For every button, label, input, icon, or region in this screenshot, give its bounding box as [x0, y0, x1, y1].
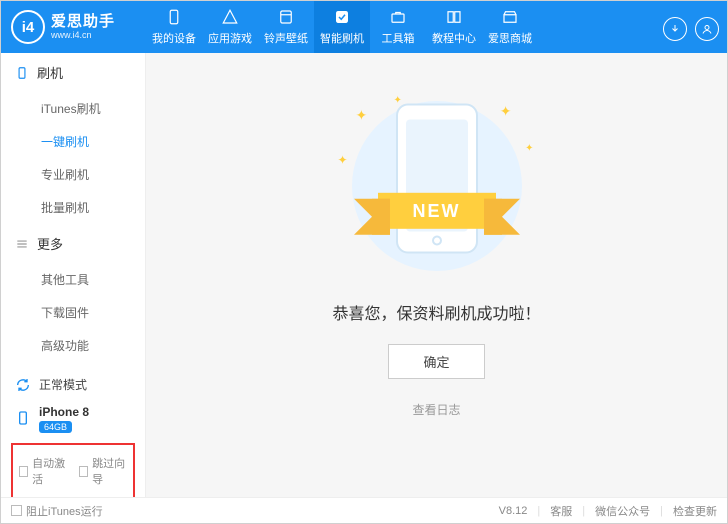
check-update-link[interactable]: 检查更新 — [673, 503, 717, 519]
device-row[interactable]: iPhone 8 64GB — [11, 399, 135, 439]
theme-icon[interactable]: 👕 — [668, 0, 682, 1]
nav-label: 应用游戏 — [208, 30, 252, 46]
success-message: 恭喜您，保资料刷机成功啦！ — [332, 300, 540, 324]
cb-label: 自动激活 — [32, 455, 67, 487]
section-title: 刷机 — [37, 63, 63, 82]
logo: i4 爱思助手 www.i4.cn — [1, 1, 146, 53]
support-link[interactable]: 客服 — [550, 503, 572, 519]
nav-label: 爱思商城 — [488, 30, 532, 46]
minimize-button[interactable]: – — [686, 0, 692, 1]
nav-label: 铃声壁纸 — [264, 30, 308, 46]
mode-label: 正常模式 — [39, 376, 87, 393]
nav-label: 教程中心 — [432, 30, 476, 46]
view-log-link[interactable]: 查看日志 — [412, 401, 460, 418]
app-name: 爱思助手 — [51, 14, 115, 29]
nav-label: 工具箱 — [382, 30, 415, 46]
highlighted-options: 自动激活 跳过向导 — [11, 443, 135, 499]
nav-label: 我的设备 — [152, 30, 196, 46]
auto-activate-checkbox[interactable]: 自动激活 — [19, 455, 67, 487]
menu-pro-flash[interactable]: 专业刷机 — [1, 158, 145, 191]
nav-tutorial[interactable]: 教程中心 — [426, 1, 482, 53]
block-itunes-checkbox[interactable]: 阻止iTunes运行 — [11, 503, 103, 519]
section-flash[interactable]: 刷机 — [1, 53, 145, 92]
toolbox-icon — [389, 8, 407, 26]
maximize-button[interactable]: ☐ — [696, 0, 706, 1]
device-name: iPhone 8 — [39, 405, 89, 419]
list-icon — [15, 237, 29, 251]
success-illustration: ✦✦✦✦✦ NEW — [332, 93, 542, 278]
nav-my-device[interactable]: 我的设备 — [146, 1, 202, 53]
logo-badge-icon: i4 — [11, 10, 45, 44]
section-more[interactable]: 更多 — [1, 224, 145, 263]
version-label: V8.12 — [499, 505, 528, 517]
nav-tools[interactable]: 工具箱 — [370, 1, 426, 53]
app-site: www.i4.cn — [51, 31, 115, 40]
menu-itunes-flash[interactable]: iTunes刷机 — [1, 92, 145, 125]
storage-badge: 64GB — [39, 421, 72, 433]
menu-other-tools[interactable]: 其他工具 — [1, 263, 145, 296]
menu-icon[interactable]: ☰ — [654, 0, 664, 1]
top-nav: 我的设备 应用游戏 铃声壁纸 智能刷机 工具箱 教程中心 — [146, 1, 538, 53]
status-bar: 阻止iTunes运行 V8.12 | 客服 | 微信公众号 | 检查更新 — [1, 497, 727, 523]
nav-apps[interactable]: 应用游戏 — [202, 1, 258, 53]
nav-store[interactable]: 爱思商城 — [482, 1, 538, 53]
cb-label: 跳过向导 — [92, 455, 127, 487]
section-title: 更多 — [37, 234, 63, 253]
flash-icon — [333, 8, 351, 26]
nav-label: 智能刷机 — [320, 30, 364, 46]
device-icon — [15, 410, 31, 429]
refresh-icon — [15, 377, 31, 393]
window-controls: ☰ 👕 – ☐ ✕ — [654, 0, 719, 1]
nav-ringtones[interactable]: 铃声壁纸 — [258, 1, 314, 53]
main-content: ✦✦✦✦✦ NEW 恭喜您，保资料刷机成功啦！ 确定 查看日志 — [146, 53, 727, 497]
tutorial-icon — [445, 8, 463, 26]
menu-download-firmware[interactable]: 下载固件 — [1, 296, 145, 329]
phone-icon — [15, 66, 29, 80]
music-icon — [277, 8, 295, 26]
skip-guide-checkbox[interactable]: 跳过向导 — [79, 455, 127, 487]
new-ribbon: NEW — [378, 193, 496, 229]
user-button[interactable] — [695, 17, 719, 41]
apps-icon — [221, 8, 239, 26]
menu-advanced[interactable]: 高级功能 — [1, 329, 145, 362]
device-icon — [165, 8, 183, 26]
mode-normal[interactable]: 正常模式 — [11, 370, 135, 399]
menu-batch-flash[interactable]: 批量刷机 — [1, 191, 145, 224]
app-header: i4 爱思助手 www.i4.cn 我的设备 应用游戏 铃声壁纸 智能刷机 — [1, 1, 727, 53]
wechat-link[interactable]: 微信公众号 — [595, 503, 650, 519]
nav-flash[interactable]: 智能刷机 — [314, 1, 370, 53]
menu-onekey-flash[interactable]: 一键刷机 — [1, 125, 145, 158]
ok-button[interactable]: 确定 — [388, 344, 484, 379]
store-icon — [501, 8, 519, 26]
sidebar: 刷机 iTunes刷机 一键刷机 专业刷机 批量刷机 更多 其他工具 下载固件 … — [1, 53, 146, 497]
close-button[interactable]: ✕ — [710, 0, 719, 1]
download-button[interactable] — [663, 17, 687, 41]
cb-label: 阻止iTunes运行 — [26, 503, 103, 519]
